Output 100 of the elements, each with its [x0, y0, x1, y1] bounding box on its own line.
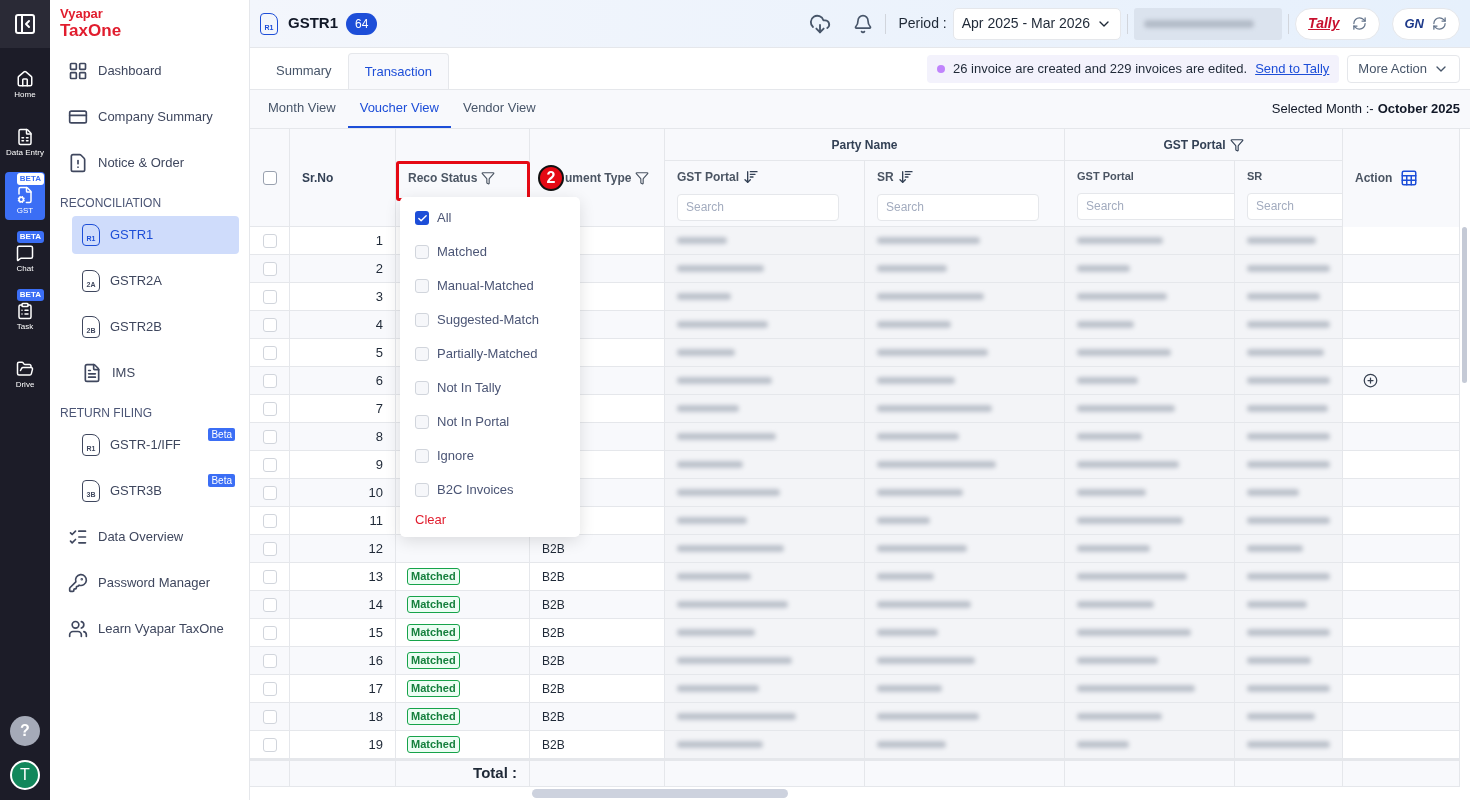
row-checkbox[interactable]: [262, 737, 277, 752]
blurred-text: [677, 405, 739, 412]
rail-item[interactable]: BETA Chat: [5, 230, 45, 278]
send-to-tally-link[interactable]: Send to Tally: [1255, 59, 1330, 79]
blurred-text: [877, 517, 930, 524]
sidebar-item[interactable]: Company Summary: [60, 98, 239, 136]
view-tab[interactable]: Voucher View: [347, 90, 451, 128]
filter-option[interactable]: Suggested-Match: [400, 303, 580, 337]
row-checkbox[interactable]: [262, 401, 277, 416]
filter-option[interactable]: Matched: [400, 235, 580, 269]
serial-number: 5: [375, 343, 383, 362]
checkbox[interactable]: [415, 381, 429, 395]
sidebar-item[interactable]: Password Manager: [60, 564, 239, 602]
blurred-text: [1077, 489, 1146, 496]
blurred-text: [1077, 741, 1129, 748]
document-type: B2B: [542, 680, 565, 698]
download-icon[interactable]: [809, 12, 832, 35]
checkbox[interactable]: [415, 279, 429, 293]
serial-number: 1: [375, 231, 383, 250]
clear-link[interactable]: Clear: [400, 507, 580, 533]
checkbox[interactable]: [415, 313, 429, 327]
tally-sync-button[interactable]: Tally: [1295, 7, 1380, 40]
checkbox[interactable]: [415, 245, 429, 259]
select-all-checkbox[interactable]: [262, 171, 277, 185]
row-checkbox[interactable]: [262, 541, 277, 556]
serial-number: 12: [368, 539, 383, 558]
sidebar-item[interactable]: Learn Vyapar TaxOne: [60, 610, 239, 648]
vertical-scrollbar[interactable]: [1462, 227, 1467, 383]
sidebar-item[interactable]: Dashboard: [60, 52, 239, 90]
document-icon: [82, 363, 102, 383]
blurred-text: [1077, 433, 1142, 440]
filter-option[interactable]: All: [400, 201, 580, 235]
blurred-selector[interactable]: [1134, 7, 1283, 40]
blurred-text: [1077, 377, 1138, 384]
sort-icon[interactable]: [743, 168, 759, 185]
serial-number: 2: [375, 259, 383, 278]
checkbox[interactable]: [415, 483, 429, 497]
gstn-sync-button[interactable]: GN: [1391, 7, 1460, 40]
row-checkbox[interactable]: [262, 373, 277, 388]
rail-item[interactable]: Data Entry: [5, 114, 45, 162]
row-checkbox[interactable]: [262, 569, 277, 584]
document-type: B2B: [542, 736, 565, 754]
row-checkbox[interactable]: [262, 457, 277, 472]
checkbox[interactable]: [415, 347, 429, 361]
rail-item[interactable]: Drive: [5, 346, 45, 394]
status-badge: Matched: [407, 568, 460, 585]
rail-item[interactable]: Home: [5, 56, 45, 104]
checkbox[interactable]: [415, 449, 429, 463]
filter-option[interactable]: Ignore: [400, 439, 580, 473]
serial-number: 6: [375, 371, 383, 390]
beta-badge: Beta: [208, 474, 235, 487]
status-badge: Matched: [407, 624, 460, 641]
filter-option[interactable]: B2C Invoices: [400, 473, 580, 507]
sort-icon[interactable]: [897, 168, 914, 185]
blurred-text: [1077, 265, 1130, 272]
column-header: Action: [1355, 170, 1393, 187]
filter-option[interactable]: Manual-Matched: [400, 269, 580, 303]
row-checkbox[interactable]: [262, 709, 277, 724]
row-checkbox[interactable]: [262, 681, 277, 696]
more-action-button[interactable]: More Action: [1347, 55, 1460, 83]
filter-icon[interactable]: [481, 171, 496, 185]
row-checkbox[interactable]: [262, 261, 277, 276]
row-checkbox[interactable]: [262, 485, 277, 500]
horizontal-scrollbar[interactable]: [532, 789, 788, 798]
row-checkbox[interactable]: [262, 233, 277, 248]
document-type: B2B: [542, 596, 565, 614]
add-icon[interactable]: [1363, 373, 1378, 388]
sidebar-item[interactable]: Data Overview: [60, 518, 239, 556]
checkbox[interactable]: [415, 211, 429, 225]
filter-option[interactable]: Partially-Matched: [400, 337, 580, 371]
sidebar-item[interactable]: Notice & Order: [60, 144, 239, 182]
rail-item[interactable]: BETA GST: [5, 172, 45, 220]
filter-icon[interactable]: [1229, 137, 1244, 152]
status-badge: Matched: [407, 736, 460, 753]
filter-option[interactable]: Not In Portal: [400, 405, 580, 439]
view-tab[interactable]: Vendor View: [450, 90, 548, 128]
row-checkbox[interactable]: [262, 429, 277, 444]
blurred-text: [677, 461, 743, 468]
filter-icon[interactable]: [635, 171, 650, 185]
row-checkbox[interactable]: [262, 345, 277, 360]
serial-number: 17: [368, 679, 383, 698]
checkbox[interactable]: [415, 415, 429, 429]
row-checkbox[interactable]: [262, 513, 277, 528]
tab[interactable]: Transaction: [347, 53, 450, 89]
collapse-icon[interactable]: [13, 12, 37, 36]
sidebar-item[interactable]: IMS: [72, 354, 239, 392]
section-title: RETURN FILING: [59, 405, 153, 422]
row-checkbox[interactable]: [262, 625, 277, 640]
tab[interactable]: Summary: [260, 53, 348, 89]
row-checkbox[interactable]: [262, 653, 277, 668]
column-header: GST Portal: [677, 168, 739, 186]
filter-option[interactable]: Not In Tally: [400, 371, 580, 405]
row-checkbox[interactable]: [262, 597, 277, 612]
period-dropdown[interactable]: Apr 2025 - Mar 2026: [952, 7, 1122, 40]
rail-item[interactable]: BETA Task: [5, 288, 45, 336]
row-checkbox[interactable]: [262, 317, 277, 332]
avatar[interactable]: T: [10, 760, 40, 790]
bell-icon[interactable]: [853, 13, 874, 34]
view-tab[interactable]: Month View: [256, 90, 348, 128]
row-checkbox[interactable]: [262, 289, 277, 304]
